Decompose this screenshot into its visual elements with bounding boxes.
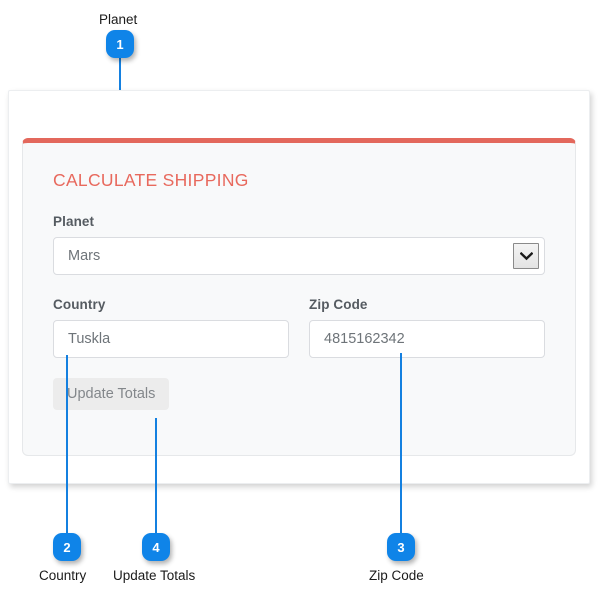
country-input[interactable]: Tuskla (53, 320, 289, 359)
callout-label-4: Update Totals (113, 568, 196, 583)
country-zip-row: Country Tuskla Zip Code 4815162342 (53, 297, 545, 359)
zip-code-label: Zip Code (309, 297, 368, 313)
country-field-group: Country Tuskla (53, 297, 289, 359)
callout-badge-4[interactable]: 4 (142, 533, 170, 561)
screenshot-root: Planet 1 CALCULATE SHIPPING Planet Mars (0, 0, 599, 599)
chevron-down-icon[interactable] (513, 243, 539, 270)
planet-field-group: Planet Mars (53, 214, 545, 276)
planet-select[interactable]: Mars (53, 237, 545, 276)
update-totals-button[interactable]: Update Totals (53, 378, 170, 411)
zip-field-group: Zip Code 4815162342 (309, 297, 545, 359)
callout-badge-3[interactable]: 3 (387, 533, 415, 561)
page-title: CALCULATE SHIPPING (53, 170, 249, 190)
callout-badge-1[interactable]: 1 (106, 30, 134, 58)
callout-badge-2[interactable]: 2 (53, 533, 81, 561)
calculate-shipping-card: CALCULATE SHIPPING Planet Mars Country T… (22, 138, 576, 456)
callout-label-2: Country (39, 568, 87, 583)
callout-connector-4 (155, 418, 157, 535)
planet-select-wrap: Mars (53, 237, 545, 276)
callout-connector-3 (400, 353, 402, 535)
callout-label-3: Zip Code (369, 568, 424, 583)
planet-label: Planet (53, 214, 95, 230)
zip-code-input[interactable]: 4815162342 (309, 320, 545, 359)
card-body: CALCULATE SHIPPING Planet Mars Country T… (23, 143, 575, 411)
country-label: Country (53, 297, 106, 313)
callout-connector-2 (66, 355, 68, 535)
callout-label-1: Planet (99, 12, 138, 27)
